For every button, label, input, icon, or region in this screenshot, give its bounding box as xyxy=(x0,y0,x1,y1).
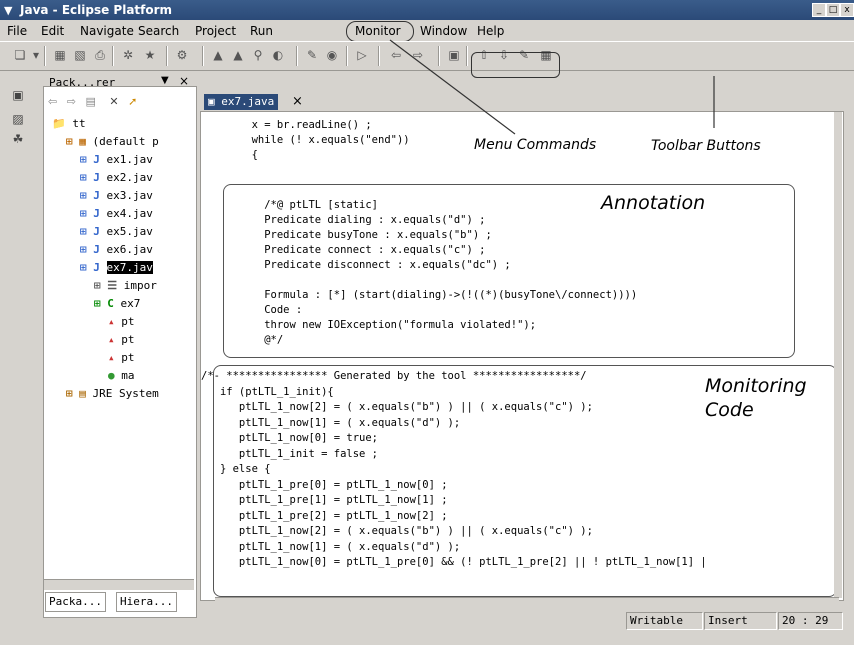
callout-lines xyxy=(389,39,715,135)
status-bar: Writable Insert 20 : 29 xyxy=(0,608,854,632)
status-position: 20 : 29 xyxy=(778,612,843,630)
status-writable: Writable xyxy=(626,612,703,630)
status-insert: Insert xyxy=(704,612,777,630)
